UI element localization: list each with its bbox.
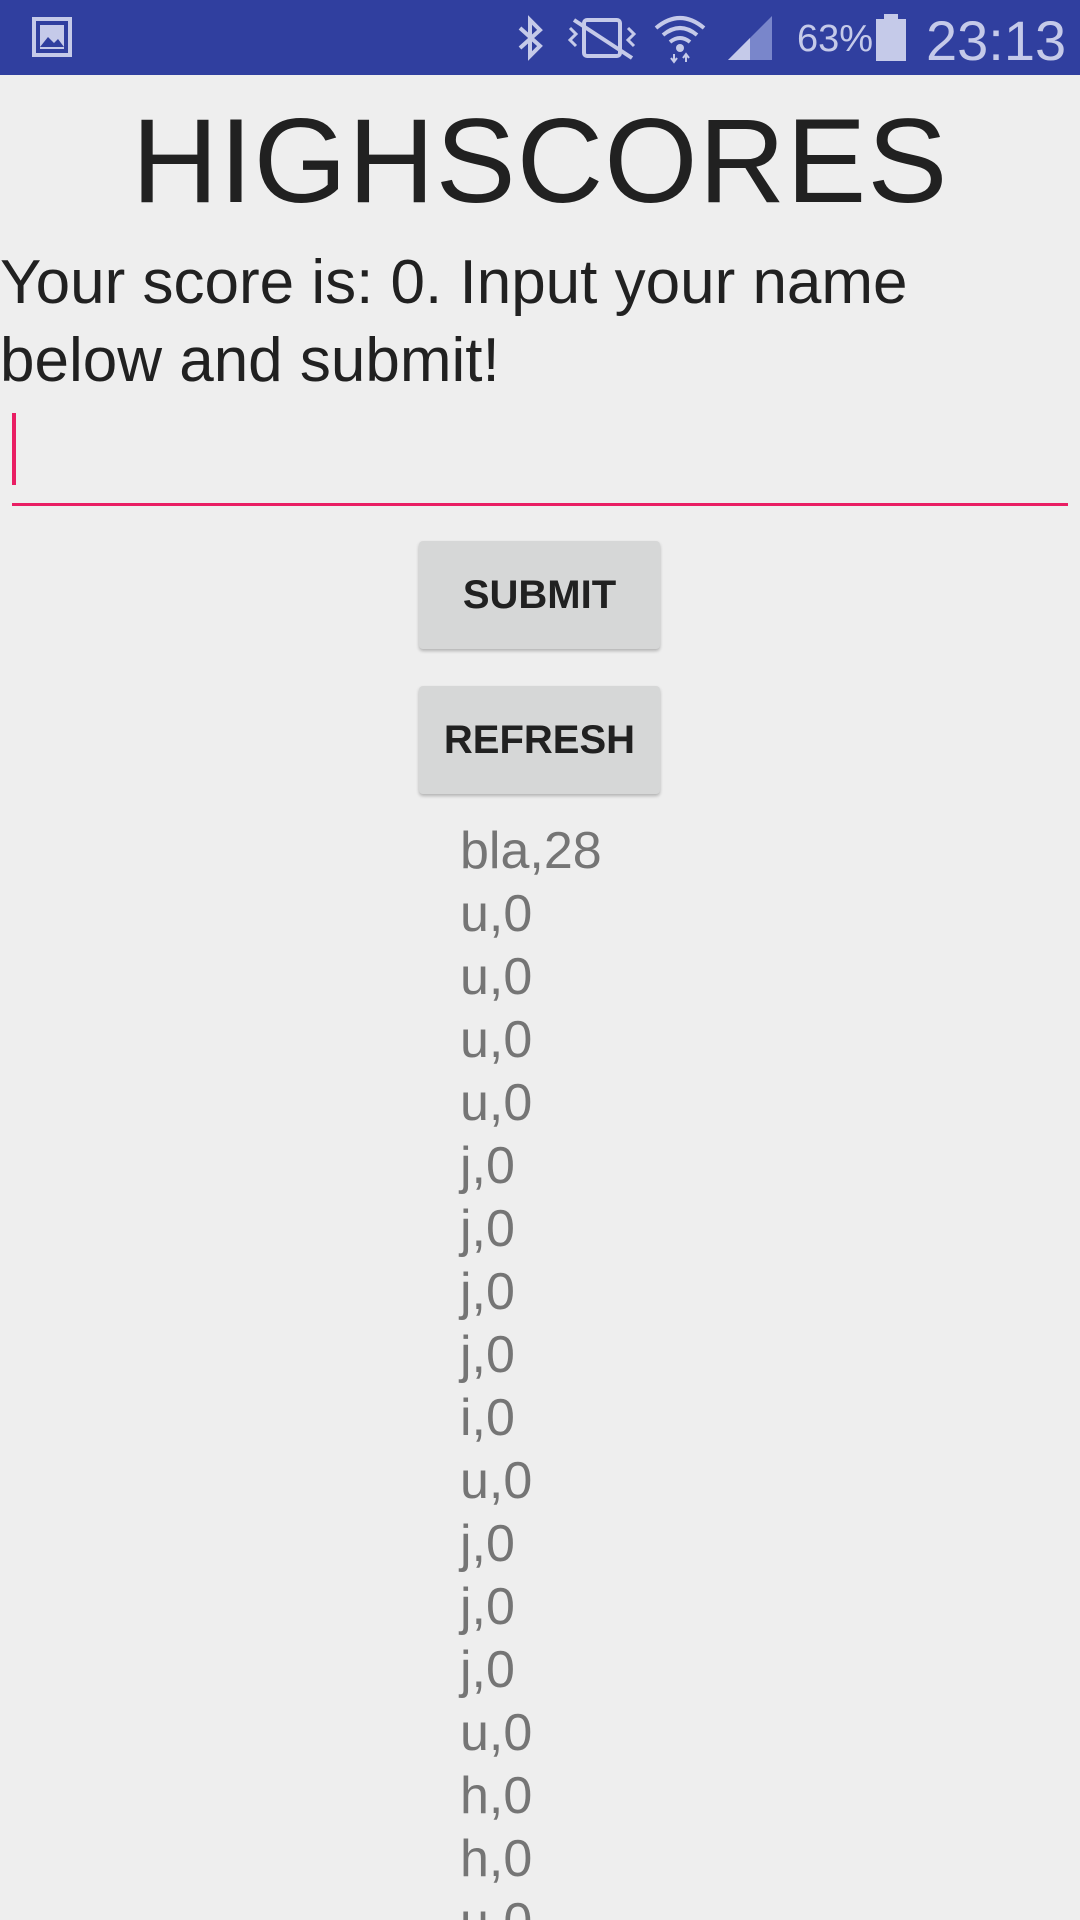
list-item: j,0 (460, 1263, 515, 1321)
name-input[interactable] (12, 410, 1068, 506)
list-item: h,0 (460, 1830, 533, 1888)
list-item: u,0 (460, 885, 533, 943)
list-item: u,0 (460, 1074, 533, 1132)
score-prompt: Your score is: 0. Input your name below … (0, 248, 908, 395)
list-item: bla,28 (460, 822, 602, 880)
signal-icon (728, 16, 772, 60)
list-item: j,0 (460, 1137, 515, 1195)
bluetooth-icon (518, 15, 543, 61)
list-item: u,0 (460, 1011, 533, 1069)
list-item: u,0 (460, 948, 533, 1006)
list-item: u,0 (460, 1452, 533, 1510)
text-caret (12, 413, 16, 485)
page-title: HIGHSCORES (131, 94, 949, 228)
battery-percent: 63% (797, 18, 874, 60)
list-item: j,0 (460, 1200, 515, 1258)
submit-button[interactable]: SUBMIT (419, 541, 660, 649)
list-item: i,0 (460, 1389, 515, 1447)
list-item: j,0 (460, 1515, 515, 1573)
list-item: j,0 (460, 1578, 515, 1636)
battery-icon (876, 14, 906, 61)
list-item: j,0 (460, 1326, 515, 1384)
status-bar: 63% 23:13 (0, 0, 1080, 75)
highscores-screen: 63% 23:13 HIGHSCORES Your score is: 0. I… (0, 0, 1080, 1920)
list-item: j,0 (460, 1641, 515, 1699)
list-item: u,0 (460, 1891, 602, 1920)
vibrate-icon (567, 18, 637, 60)
list-item: u,0 (460, 1704, 533, 1762)
status-clock: 23:13 (926, 9, 1067, 72)
list-item: h,0 (460, 1767, 533, 1825)
refresh-button[interactable]: REFRESH (419, 686, 660, 794)
wifi-icon (654, 16, 706, 64)
gallery-icon (32, 17, 72, 57)
highscore-list: bla,28 u,0 u,0 u,0 u,0 j,0 j,0 j,0 j,0 i… (460, 820, 602, 1920)
